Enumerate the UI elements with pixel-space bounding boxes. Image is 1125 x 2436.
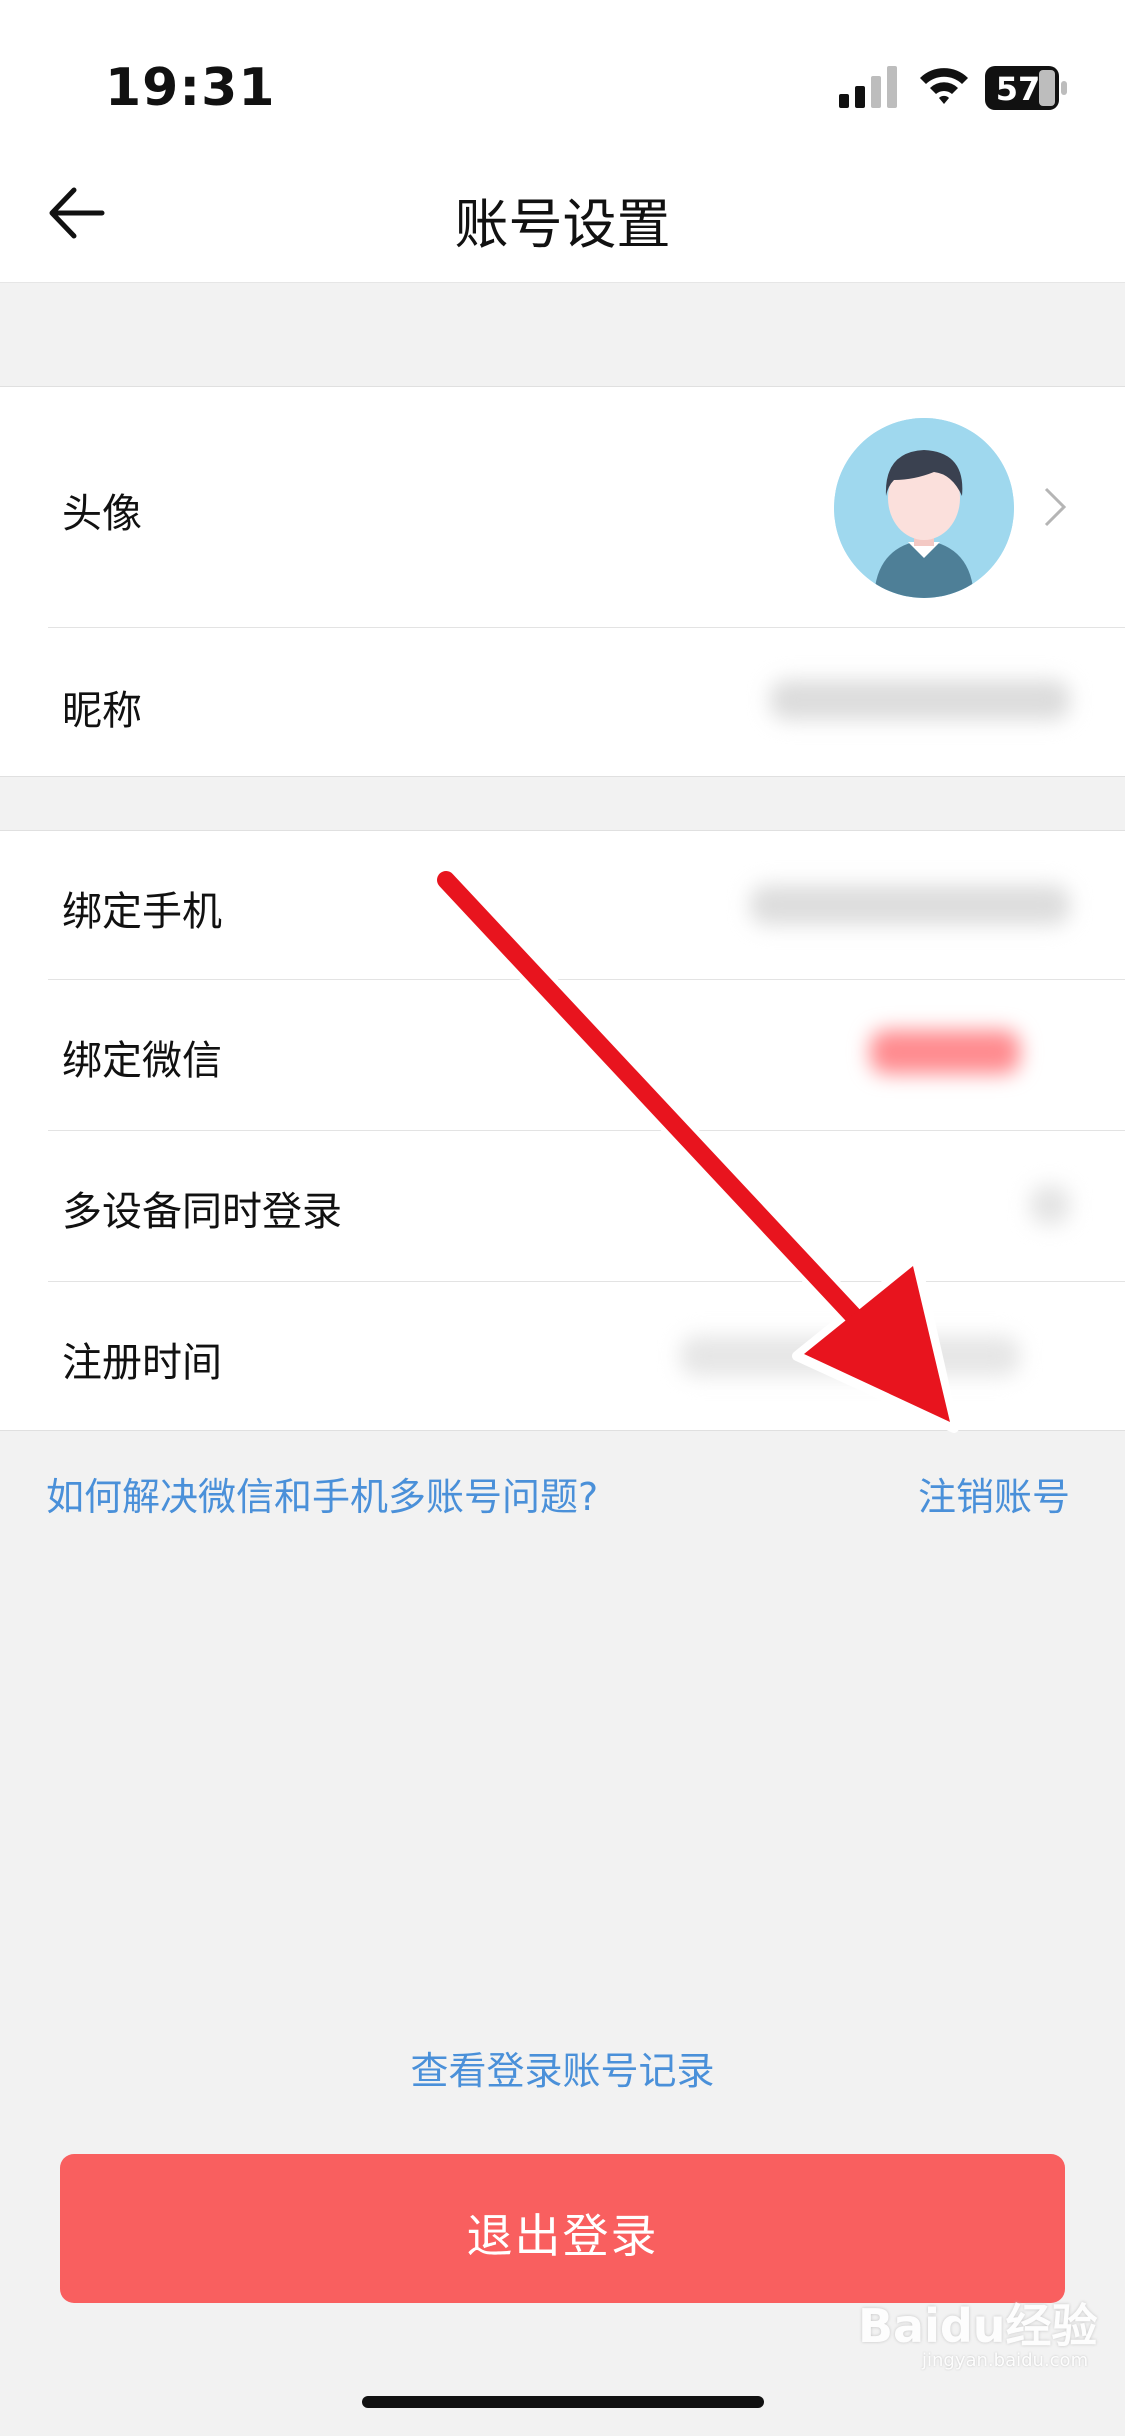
home-indicator — [362, 2396, 764, 2408]
watermark: Baidu经验 — [858, 2299, 1098, 2353]
annotation-arrow — [432, 866, 959, 1433]
logout-label: 退出登录 — [466, 2209, 659, 2263]
multi-account-help-link[interactable]: 如何解决微信和手机多账号问题? — [46, 1466, 598, 1521]
login-history-link[interactable]: 查看登录账号记录 — [0, 2040, 1125, 2095]
cancel-account-link[interactable]: 注销账号 — [918, 1466, 1070, 1521]
watermark-url: jingyan.baidu.com — [922, 2350, 1089, 2371]
